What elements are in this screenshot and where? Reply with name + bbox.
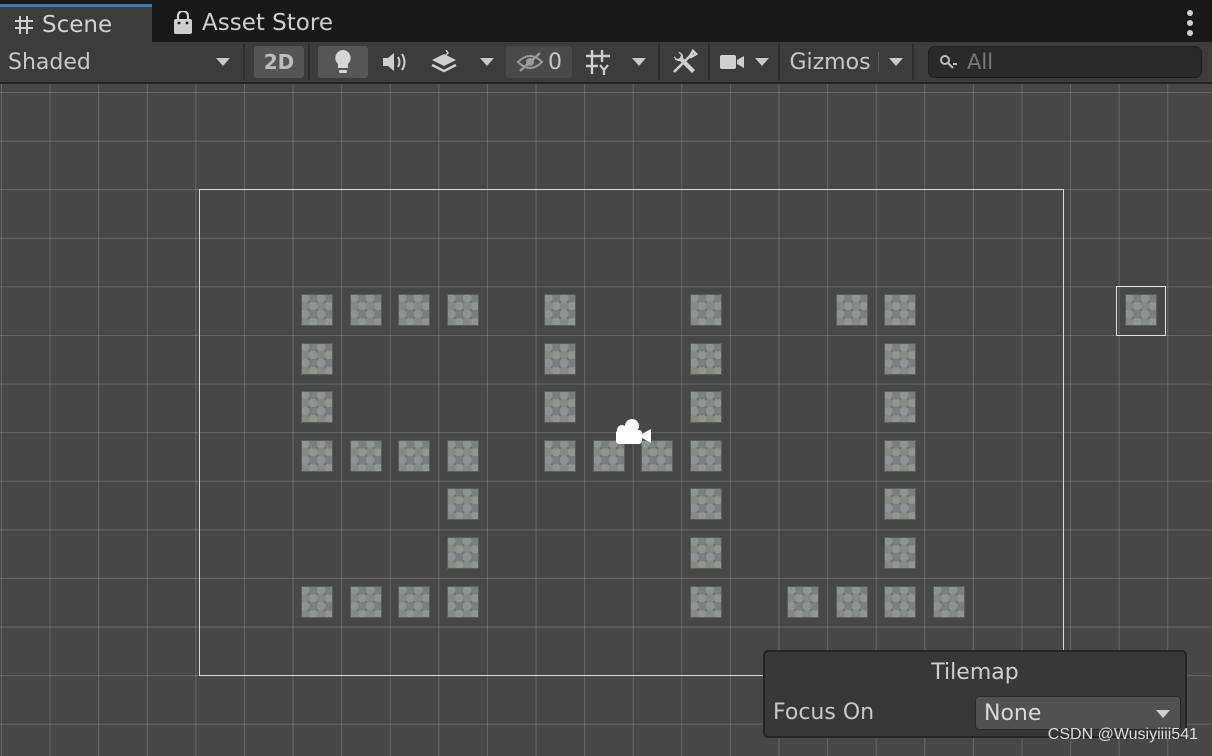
ground-tile (544, 294, 576, 326)
ground-tile (884, 537, 917, 569)
audio-toggle[interactable] (372, 42, 418, 82)
ground-tile (301, 391, 333, 424)
ground-tile (301, 585, 333, 618)
shading-mode-dropdown[interactable]: Shaded (0, 42, 240, 82)
ground-tile (884, 342, 917, 375)
chevron-down-icon (1156, 710, 1170, 718)
toolbar-divider (778, 44, 780, 80)
ground-tile (884, 439, 917, 472)
ground-tile (446, 439, 479, 472)
effects-dropdown[interactable] (472, 42, 502, 82)
focus-on-label: Focus On (773, 700, 875, 725)
lightbulb-icon (335, 50, 351, 73)
scene-camera-toggle[interactable] (714, 42, 750, 82)
ground-tile (446, 488, 479, 521)
scene-toolbar: Shaded 2D 0 Gizmos All (0, 42, 1212, 84)
chevron-down-icon (755, 58, 769, 66)
speaker-icon (383, 53, 406, 71)
ground-tile (349, 439, 382, 472)
scene-camera-dropdown[interactable] (748, 42, 776, 82)
toolbar-divider (878, 52, 879, 72)
ground-tile (446, 585, 479, 618)
lighting-toggle[interactable] (318, 46, 368, 78)
tools-icon (673, 48, 698, 73)
ground-tile (349, 294, 382, 326)
tab-scene-label: Scene (42, 11, 113, 38)
tab-asset-store[interactable]: Asset Store (166, 4, 366, 42)
selected-tile-outline (1116, 286, 1166, 336)
ground-tile (446, 294, 479, 326)
ground-tile (544, 439, 576, 472)
grid-snap-icon (586, 50, 610, 75)
ground-tile (884, 488, 917, 521)
toolbar-divider (243, 44, 245, 80)
ground-tile (544, 342, 576, 375)
effects-toggle[interactable] (424, 42, 464, 82)
chevron-down-icon (889, 58, 903, 66)
shopping-bag-icon (174, 11, 192, 34)
ground-tile (884, 294, 917, 326)
ground-tile (446, 537, 479, 569)
tilemap-overlay-panel: Tilemap Focus On None (763, 650, 1187, 738)
scene-visibility-toggle[interactable]: 0 (506, 46, 572, 78)
ground-tile (689, 391, 722, 424)
ground-tile (787, 585, 819, 618)
2d-mode-toggle[interactable]: 2D (254, 46, 304, 78)
toolbar-divider (708, 44, 710, 80)
search-icon (940, 55, 957, 69)
ground-tile (544, 391, 576, 424)
focus-on-value: None (984, 700, 1042, 726)
ground-tile (932, 585, 965, 618)
gizmos-label: Gizmos (789, 49, 871, 75)
gizmos-button[interactable]: Gizmos (782, 42, 878, 82)
ground-tile (301, 342, 333, 375)
ground-tile (349, 585, 382, 618)
ground-tile (398, 585, 431, 618)
ground-tile (689, 342, 722, 375)
ground-tile (689, 585, 722, 618)
ground-tile (689, 294, 722, 326)
ground-tile (689, 439, 722, 472)
chevron-down-icon (632, 58, 646, 66)
ground-tile (301, 294, 333, 326)
watermark: CSDN @Wusiyiiii541 (1047, 726, 1198, 743)
tools-toggle[interactable] (664, 42, 704, 82)
chevron-down-icon (480, 58, 494, 66)
video-camera-icon (720, 55, 744, 69)
ground-tile (301, 439, 333, 472)
camera-gizmo-icon[interactable] (610, 416, 654, 448)
grid-snapping-dropdown[interactable] (624, 42, 654, 82)
hidden-object-count: 0 (548, 49, 562, 75)
ground-tile (884, 585, 917, 618)
tab-bar: Scene Asset Store (0, 0, 1212, 42)
ground-tile (398, 439, 431, 472)
grid-hash-icon (15, 15, 33, 34)
grid-snapping-toggle[interactable] (578, 42, 618, 82)
tab-asset-store-label: Asset Store (202, 10, 333, 36)
eye-hidden-icon (516, 52, 544, 72)
ground-tile (398, 294, 431, 326)
ground-tile (835, 585, 868, 618)
ground-tile (884, 391, 917, 424)
shading-mode-value: Shaded (8, 49, 91, 75)
tilemap-overlay-title: Tilemap (931, 660, 1019, 685)
scene-search-field[interactable] (928, 46, 1202, 78)
ground-tile (689, 488, 722, 521)
search-input[interactable] (967, 50, 1197, 74)
toolbar-divider (912, 44, 914, 80)
tab-scene[interactable]: Scene (0, 4, 152, 42)
toolbar-divider (308, 44, 310, 80)
gizmos-dropdown[interactable] (882, 42, 910, 82)
more-options-icon[interactable] (1186, 10, 1194, 36)
ground-tile (689, 537, 722, 569)
toolbar-divider (658, 44, 660, 80)
chevron-down-icon (216, 58, 230, 66)
layers-effects-icon (431, 50, 457, 73)
focus-on-dropdown[interactable]: None (975, 696, 1181, 730)
ground-tile (835, 294, 868, 326)
